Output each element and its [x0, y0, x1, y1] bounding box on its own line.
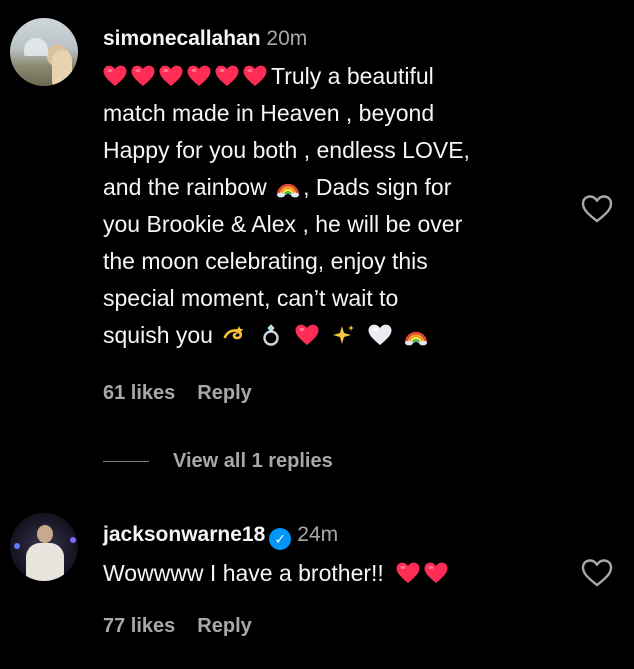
reply-button[interactable]: Reply [197, 615, 251, 638]
red-heart-icon [215, 65, 239, 87]
red-heart-icon [295, 323, 319, 347]
likes-count[interactable]: 77 likes [103, 615, 175, 638]
comment-text-line: match made in Heaven , beyond [103, 100, 435, 126]
comment-actions: 61 likes Reply [103, 382, 252, 405]
red-heart-icon [131, 65, 155, 87]
comment-header: jacksonwarne18 ✓ 24m [103, 522, 338, 550]
likes-count[interactable]: 61 likes [103, 382, 175, 405]
reply-button[interactable]: Reply [197, 382, 251, 405]
like-heart-icon[interactable] [581, 194, 613, 224]
comment-text-line: squish you [103, 322, 213, 348]
timestamp: 20m [266, 27, 308, 50]
comment-text-line: Truly a beautiful [271, 63, 434, 89]
comment-actions: 77 likes Reply [103, 615, 252, 638]
red-heart-icon [187, 65, 211, 87]
comment-text-line: you Brookie & Alex , he will be over [103, 211, 463, 237]
red-heart-icon [103, 65, 127, 87]
comment-text-line: Happy for you both , endless LOVE, [103, 137, 470, 163]
rainbow-icon [276, 175, 300, 199]
red-heart-icon [159, 65, 183, 87]
divider-line [103, 461, 149, 463]
view-replies-button[interactable]: View all 1 replies [103, 450, 333, 473]
comment-text-line: and the rainbow [103, 174, 267, 200]
comment-text-line: the moon celebrating, enjoy this [103, 248, 428, 274]
comment-text: Truly a beautiful match made in Heaven ,… [103, 58, 573, 354]
red-heart-icon [243, 65, 267, 87]
comment-header: simonecallahan 20m [103, 26, 307, 52]
red-heart-icon [424, 562, 448, 584]
comment-text: Wowwww I have a brother!! [103, 555, 573, 592]
username[interactable]: jacksonwarne18 [103, 523, 265, 546]
comment-text-line: , Dads sign for [303, 174, 452, 200]
comment-text-line: Wowwww I have a brother!! [103, 560, 384, 586]
ring-icon [259, 323, 283, 347]
timestamp: 24m [297, 523, 339, 546]
avatar[interactable] [10, 513, 78, 581]
sparkles-icon [332, 323, 356, 347]
view-replies-label[interactable]: View all 1 replies [173, 450, 333, 472]
rainbow-icon [404, 323, 428, 347]
dizzy-icon [222, 323, 246, 347]
red-heart-icon [396, 562, 420, 584]
username[interactable]: simonecallahan [103, 27, 261, 50]
comment-text-line: special moment, can’t wait to [103, 285, 399, 311]
verified-badge-icon: ✓ [269, 528, 292, 550]
white-heart-icon [368, 323, 392, 347]
like-heart-icon[interactable] [581, 558, 613, 588]
avatar[interactable] [10, 18, 78, 86]
